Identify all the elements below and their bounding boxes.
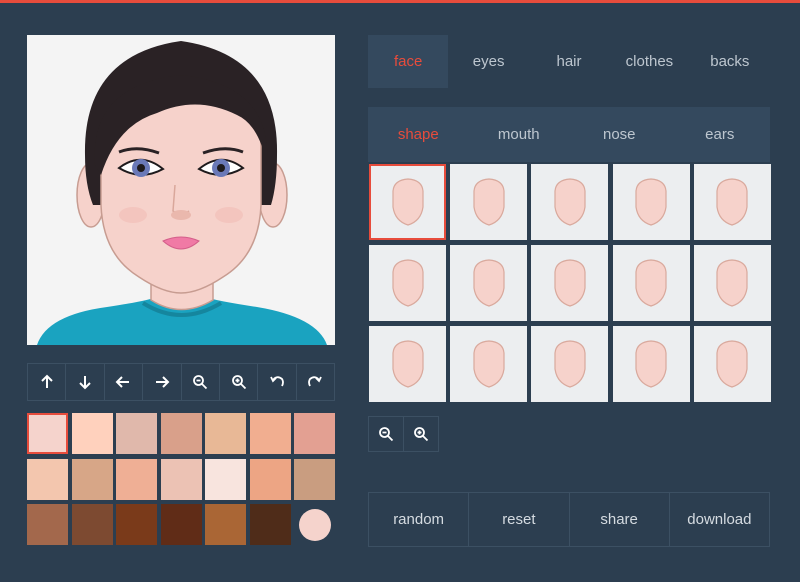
skin-swatch[interactable] (71, 413, 113, 454)
skin-swatch[interactable] (160, 413, 202, 454)
face-shape-grid (368, 162, 771, 404)
zoom-out-icon (379, 427, 394, 442)
share-button[interactable]: share (570, 493, 670, 546)
skin-swatch[interactable] (294, 413, 335, 454)
rotate-left-icon (270, 376, 284, 387)
face-shape-icon (635, 178, 667, 226)
rotate-left-button[interactable] (258, 364, 297, 400)
face-shape-icon (473, 178, 505, 226)
zoom-controls (368, 416, 439, 452)
face-shape-option[interactable] (612, 164, 690, 240)
grid-zoom-out-button[interactable] (368, 416, 404, 452)
random-button[interactable]: random (369, 493, 470, 546)
reset-button[interactable]: reset (469, 493, 570, 546)
skin-swatch[interactable] (116, 413, 157, 454)
tab-hair[interactable]: hair (529, 35, 609, 88)
skin-swatch[interactable] (205, 458, 246, 500)
skin-swatch[interactable] (71, 504, 113, 545)
subtab-nose[interactable]: nose (569, 107, 670, 162)
arrow-up-icon (40, 374, 53, 388)
skin-swatch[interactable] (249, 413, 291, 454)
skin-swatch[interactable] (294, 458, 335, 500)
face-shape-option[interactable] (450, 245, 528, 321)
zoom-in-icon (414, 427, 429, 442)
face-shape-icon (391, 340, 424, 388)
zoom-in-icon (231, 375, 246, 390)
face-shape-icon (635, 340, 667, 388)
skin-swatch[interactable] (27, 458, 68, 500)
zoom-out-icon (193, 375, 208, 390)
skin-swatch[interactable] (27, 413, 68, 454)
skin-swatch[interactable] (160, 504, 202, 545)
skin-swatch[interactable] (116, 458, 157, 500)
face-shape-icon (635, 259, 667, 307)
face-shape-icon (716, 340, 748, 388)
tab-eyes[interactable]: eyes (448, 35, 528, 88)
skin-swatch[interactable] (160, 458, 202, 500)
face-shape-option[interactable] (450, 326, 528, 402)
custom-color-picker[interactable] (298, 508, 331, 541)
subtab-shape[interactable]: shape (368, 107, 469, 162)
skin-swatch[interactable] (249, 504, 291, 545)
subtab-ears[interactable]: ears (670, 107, 771, 162)
avatar-toolbar (27, 363, 335, 401)
face-shape-option[interactable] (612, 245, 690, 321)
move-down-button[interactable] (66, 364, 105, 400)
zoom-out-button[interactable] (182, 364, 220, 400)
top-accent-bar (0, 0, 800, 3)
rotate-right-icon (308, 376, 323, 387)
face-shape-option[interactable] (693, 245, 771, 321)
move-left-button[interactable] (105, 364, 144, 400)
grid-zoom-in-button[interactable] (403, 416, 439, 452)
action-bar: random reset share download (368, 492, 770, 547)
main-tabs: face eyes hair clothes backs (368, 35, 770, 88)
arrow-left-icon (116, 376, 130, 388)
face-shape-icon (473, 340, 505, 388)
avatar-illustration (37, 41, 327, 345)
download-button[interactable]: download (670, 493, 769, 546)
skin-swatch[interactable] (205, 504, 246, 545)
face-shape-option[interactable] (369, 326, 446, 402)
face-shape-icon (473, 259, 505, 307)
tab-clothes[interactable]: clothes (609, 35, 689, 88)
face-shape-icon (716, 259, 748, 307)
face-shape-option[interactable] (531, 326, 609, 402)
tab-face[interactable]: face (368, 35, 449, 88)
arrow-down-icon (79, 376, 91, 390)
face-shape-option[interactable] (450, 164, 528, 240)
sub-tabs: shape mouth nose ears (368, 107, 770, 162)
skin-swatch[interactable] (27, 504, 68, 545)
skin-swatch[interactable] (249, 458, 291, 500)
skin-swatch[interactable] (71, 458, 113, 500)
skin-swatch[interactable] (116, 504, 157, 545)
arrow-right-icon (155, 376, 170, 388)
face-shape-option[interactable] (369, 245, 446, 321)
face-shape-icon (554, 178, 586, 226)
avatar-preview (27, 35, 335, 345)
face-shape-icon (716, 178, 748, 226)
face-shape-icon (554, 340, 586, 388)
face-shape-option[interactable] (531, 245, 609, 321)
face-shape-option[interactable] (693, 164, 771, 240)
face-shape-option[interactable] (369, 164, 446, 240)
face-shape-option[interactable] (531, 164, 609, 240)
face-shape-option[interactable] (693, 326, 771, 402)
move-right-button[interactable] (143, 364, 182, 400)
face-shape-icon (554, 259, 586, 307)
skin-color-palette (27, 413, 335, 545)
tab-backs[interactable]: backs (690, 35, 770, 88)
face-shape-icon (391, 259, 424, 307)
move-up-button[interactable] (28, 364, 67, 400)
face-shape-option[interactable] (612, 326, 690, 402)
subtab-mouth[interactable]: mouth (469, 107, 570, 162)
rotate-right-button[interactable] (297, 364, 334, 400)
skin-swatch[interactable] (205, 413, 246, 454)
face-shape-icon (391, 178, 424, 226)
zoom-in-button[interactable] (220, 364, 259, 400)
